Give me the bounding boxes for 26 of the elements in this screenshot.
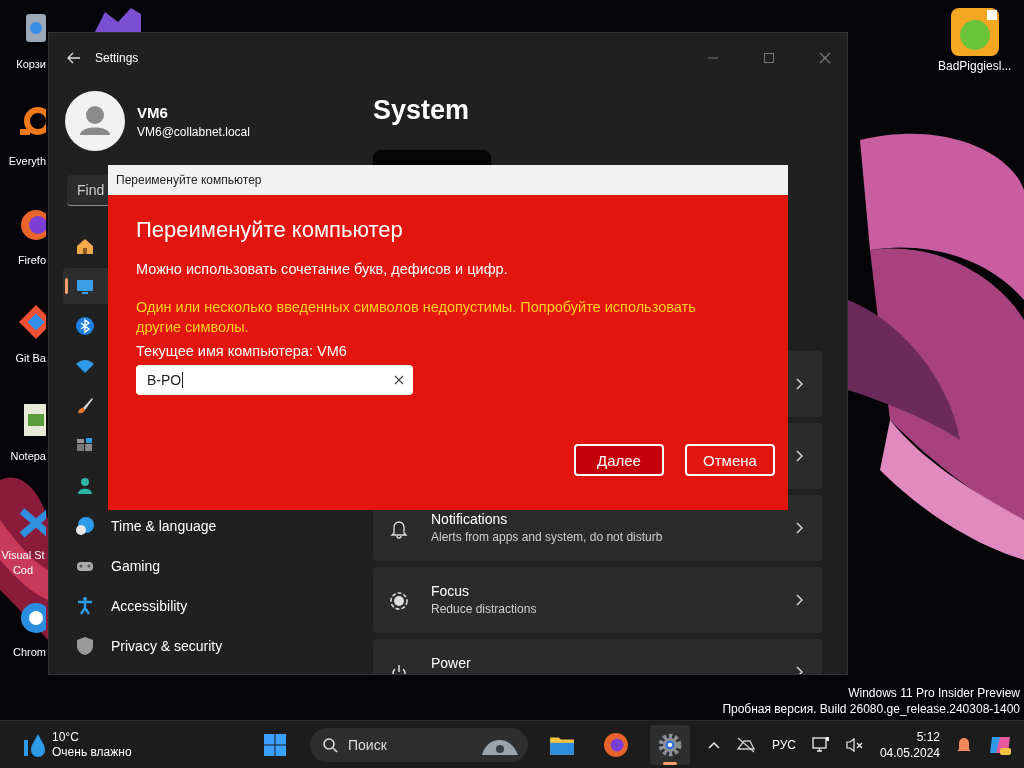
app-label: BadPiggiesl... bbox=[938, 59, 1012, 73]
card-title: Power bbox=[431, 655, 472, 671]
app-label: Chrom bbox=[12, 646, 46, 658]
dialog-title: Переименуйте компьютер bbox=[116, 173, 262, 187]
build-info-text: Пробная версия. Build 26080.ge_release.240308-1400 bbox=[722, 701, 1020, 717]
user-email: VM6@collabnet.local bbox=[137, 124, 250, 139]
user-name: VM6 bbox=[137, 103, 169, 121]
window-title: Settings bbox=[95, 51, 139, 65]
app-label: Firefo bbox=[16, 254, 46, 266]
temperature-text: 10°C bbox=[52, 729, 80, 745]
page-heading: System bbox=[373, 95, 471, 126]
card-description: Reduce distractions bbox=[431, 602, 538, 616]
app-label: Git Ba bbox=[14, 352, 46, 364]
card-title: Focus bbox=[431, 583, 471, 599]
weather-text: Очень влажно bbox=[52, 744, 132, 760]
card-description: Alerts from apps and system, do not disturb bbox=[431, 530, 664, 544]
current-name-text: Текущее имя компьютера: VM6 bbox=[136, 343, 347, 359]
app-label: Everyth bbox=[7, 155, 46, 167]
hint-text: Можно использовать сочетание букв, дефисов и цифр. bbox=[136, 261, 508, 277]
error-message: Один или несколько введенных символов недопустимы. Попробуйте использовать другие символы. bbox=[136, 298, 697, 337]
card-title: Notifications bbox=[431, 511, 509, 527]
app-label: Visual St Cod bbox=[0, 548, 46, 578]
app-label: Корзи bbox=[15, 58, 46, 70]
dialog-heading: Переименуйте компьютер bbox=[136, 217, 403, 243]
build-info-text: Windows 11 Pro Insider Preview bbox=[848, 685, 1020, 701]
app-label: Notepa bbox=[9, 450, 46, 462]
